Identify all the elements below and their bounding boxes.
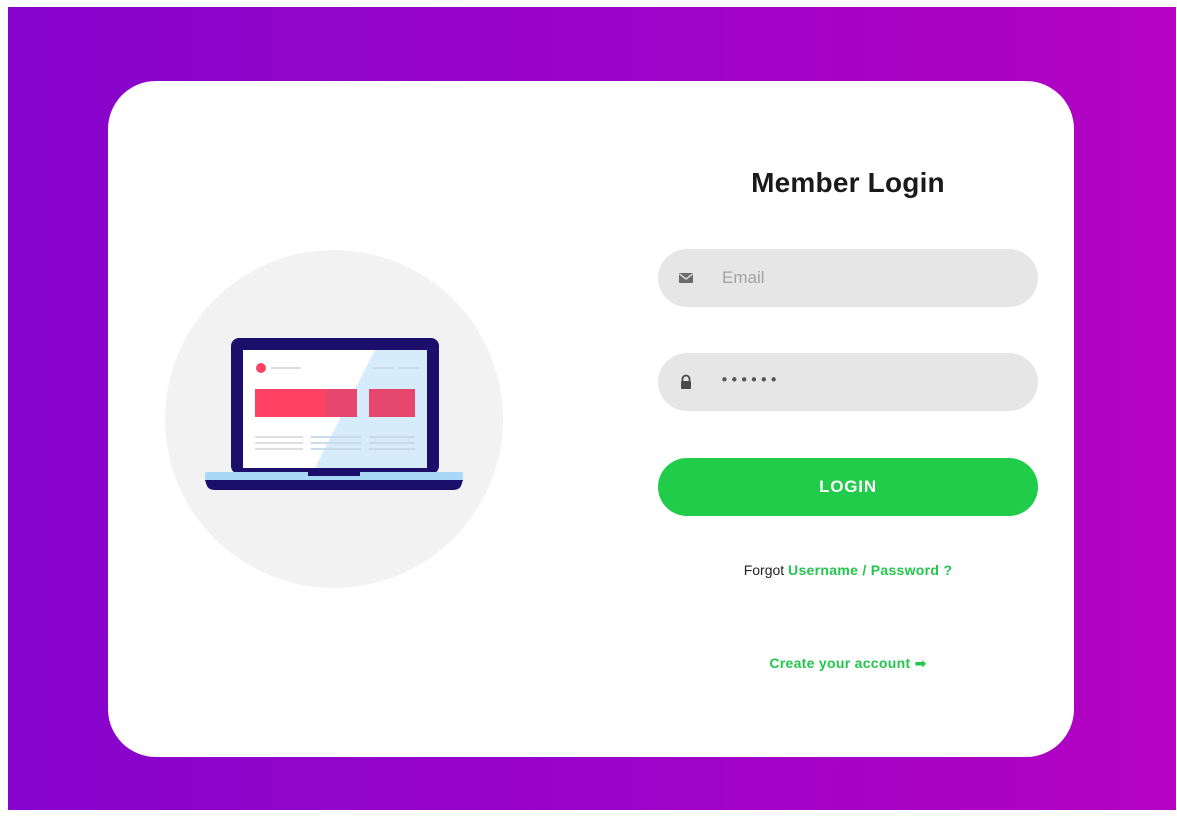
email-field-wrapper[interactable] bbox=[658, 249, 1038, 307]
email-input[interactable] bbox=[722, 249, 1022, 307]
create-account-link[interactable]: Create your account ➡ bbox=[769, 655, 926, 671]
laptop-illustration bbox=[165, 250, 503, 588]
forgot-username-password-link[interactable]: Username / Password ? bbox=[788, 562, 952, 578]
create-account-label: Create your account bbox=[769, 655, 911, 671]
login-card: Member Login •••••• LOGIN Forgot Usernam… bbox=[108, 81, 1074, 757]
lock-icon bbox=[681, 374, 691, 389]
password-field-wrapper[interactable]: •••••• bbox=[658, 353, 1038, 411]
page-title: Member Login bbox=[751, 167, 945, 198]
forgot-prefix: Forgot bbox=[743, 562, 785, 578]
create-account: Create your account ➡ bbox=[658, 655, 1038, 672]
page-background: Member Login •••••• LOGIN Forgot Usernam… bbox=[8, 7, 1176, 810]
login-button[interactable]: LOGIN bbox=[658, 458, 1038, 516]
envelope-icon bbox=[679, 273, 693, 283]
password-input[interactable]: •••••• bbox=[720, 371, 779, 389]
forgot-credentials: Forgot Username / Password ? bbox=[658, 562, 1038, 578]
laptop-icon bbox=[205, 338, 463, 490]
arrow-right-icon: ➡ bbox=[914, 655, 927, 671]
